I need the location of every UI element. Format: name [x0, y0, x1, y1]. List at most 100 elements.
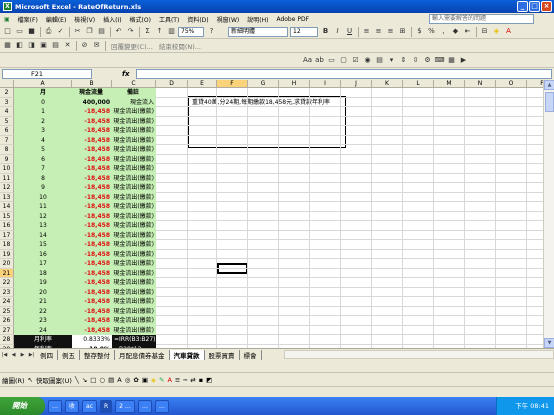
scroll-up-icon[interactable]: ▲	[544, 80, 554, 90]
worksheet-grid[interactable]: 重貸40萬,分24期,每期繳款18,458元,求貸款年利率 ABCDEFGHIJ…	[0, 80, 543, 348]
cell-b6[interactable]: -18,458	[72, 126, 112, 136]
row-header-8[interactable]: 8	[0, 145, 14, 155]
cell-c21[interactable]: 現金流出(繳款)	[112, 268, 156, 278]
cell-c6[interactable]: 現金流出(繳款)	[112, 126, 156, 136]
menu-window[interactable]: 視窗(W)	[213, 15, 244, 24]
cell-c20[interactable]: 現金流出(繳款)	[112, 259, 156, 269]
option-button-icon[interactable]: ◉	[362, 55, 373, 66]
cell-a6[interactable]: 3	[14, 126, 72, 136]
row-header-28[interactable]: 28	[0, 335, 14, 345]
reply-changes-button[interactable]: 回覆變更(C)...	[108, 41, 156, 51]
cell-b10[interactable]: -18,458	[72, 164, 112, 174]
menu-edit[interactable]: 編輯(E)	[42, 15, 70, 24]
row-header-26[interactable]: 26	[0, 316, 14, 326]
taskbar-button-6[interactable]: …	[154, 399, 169, 413]
cell-c15[interactable]: 現金流出(繳款)	[112, 211, 156, 221]
cell-c18[interactable]: 現金流出(繳款)	[112, 240, 156, 250]
copy-icon[interactable]: ❐	[84, 26, 95, 37]
menu-view[interactable]: 檢視(V)	[70, 15, 99, 24]
cell-a19[interactable]: 16	[14, 249, 72, 259]
cell-b27[interactable]: -18,458	[72, 325, 112, 335]
draw-fill-color-icon[interactable]: ◈	[151, 376, 156, 384]
select-objects-icon[interactable]: ↖	[28, 376, 33, 384]
cell-a2-header[interactable]: 月	[14, 88, 72, 98]
cell-b9[interactable]: -18,458	[72, 154, 112, 164]
column-header-i[interactable]: I	[310, 80, 341, 88]
cell-b22[interactable]: -18,458	[72, 278, 112, 288]
cell-b7[interactable]: -18,458	[72, 135, 112, 145]
cell-a17[interactable]: 14	[14, 230, 72, 240]
select-all-corner[interactable]	[0, 80, 14, 88]
taskbar-button-0[interactable]: …	[48, 399, 62, 413]
active-cell-f21[interactable]	[217, 263, 248, 274]
spinner-control-icon[interactable]: ⇳	[410, 55, 421, 66]
autosum-icon[interactable]: Σ	[142, 26, 153, 37]
cell-b19[interactable]: -18,458	[72, 249, 112, 259]
cell-c27[interactable]: 現金流出(繳款)	[112, 325, 156, 335]
end-review-button[interactable]: 結束校閱(N)...	[156, 41, 204, 51]
cell-a28[interactable]: 月利率	[14, 335, 72, 345]
wordart-icon[interactable]: A	[117, 376, 121, 384]
row-header-16[interactable]: 16	[0, 221, 14, 231]
cell-b25[interactable]: -18,458	[72, 306, 112, 316]
cell-a25[interactable]: 22	[14, 306, 72, 316]
cell-b3[interactable]: 400,000	[72, 97, 112, 107]
taskbar-button-2[interactable]: ac	[82, 399, 97, 413]
draw-font-color-icon[interactable]: A	[167, 376, 171, 384]
autoshapes-menu-button[interactable]: 快取圖案(U)	[36, 375, 72, 385]
rectangle-tool-icon[interactable]: □	[90, 376, 96, 384]
cell-c11[interactable]: 現金流出(繳款)	[112, 173, 156, 183]
row-header-11[interactable]: 11	[0, 173, 14, 183]
row-header-23[interactable]: 23	[0, 287, 14, 297]
increase-decimal-icon[interactable]: ◆	[450, 26, 461, 37]
align-center-icon[interactable]: ≡	[373, 26, 384, 37]
cell-b24[interactable]: -18,458	[72, 297, 112, 307]
cell-c22[interactable]: 現金流出(繳款)	[112, 278, 156, 288]
cell-b23[interactable]: -18,458	[72, 287, 112, 297]
cell-a20[interactable]: 17	[14, 259, 72, 269]
menu-adobe-pdf[interactable]: Adobe PDF	[272, 16, 313, 23]
cell-b11[interactable]: -18,458	[72, 173, 112, 183]
row-header-12[interactable]: 12	[0, 183, 14, 193]
column-header-m[interactable]: M	[434, 80, 465, 88]
align-right-icon[interactable]: ≡	[385, 26, 396, 37]
cell-c12[interactable]: 現金流出(繳款)	[112, 183, 156, 193]
column-header-d[interactable]: D	[156, 80, 188, 88]
cell-a18[interactable]: 15	[14, 240, 72, 250]
new-icon[interactable]: □	[2, 26, 13, 37]
cell-c26[interactable]: 現金流出(繳款)	[112, 316, 156, 326]
control-properties-icon[interactable]: ⚙	[422, 55, 433, 66]
row-header-7[interactable]: 7	[0, 135, 14, 145]
next-comment-icon[interactable]: ◨	[26, 40, 37, 51]
row-header-5[interactable]: 5	[0, 116, 14, 126]
cell-a14[interactable]: 11	[14, 202, 72, 212]
taskbar-button-5[interactable]: …	[137, 399, 152, 413]
checkbox-control-icon[interactable]: ☑	[350, 55, 361, 66]
column-header-c[interactable]: C	[112, 80, 156, 88]
save-icon[interactable]: ■	[26, 26, 37, 37]
cell-c25[interactable]: 現金流出(繳款)	[112, 306, 156, 316]
cell-c28[interactable]: =IRR(B3:B27)	[112, 335, 156, 345]
bold-icon[interactable]: B	[320, 26, 331, 37]
borders-icon[interactable]: ⊟	[479, 26, 490, 37]
line-style-icon[interactable]: ≡	[175, 376, 180, 384]
percent-icon[interactable]: %	[426, 26, 437, 37]
group-box-icon[interactable]: ▭	[326, 55, 337, 66]
font-color-icon[interactable]: A	[503, 26, 514, 37]
align-left-icon[interactable]: ≡	[361, 26, 372, 37]
cell-c10[interactable]: 現金流出(繳款)	[112, 164, 156, 174]
cell-b28[interactable]: 0.8333%	[72, 335, 112, 345]
draw-menu-button[interactable]: 繪圖(R)	[2, 375, 25, 385]
cell-c16[interactable]: 現金流出(繳款)	[112, 221, 156, 231]
first-sheet-icon[interactable]: |◀	[0, 352, 9, 358]
cell-c2-header[interactable]: 備註	[112, 88, 156, 98]
cell-c17[interactable]: 現金流出(繳款)	[112, 230, 156, 240]
textbox-note[interactable]: 重貸40萬,分24期,每期繳款18,458元,求貸款年利率	[188, 96, 346, 148]
cell-b17[interactable]: -18,458	[72, 230, 112, 240]
track-changes-icon[interactable]: ⊘	[79, 40, 90, 51]
delete-comment-icon[interactable]: ✕	[62, 40, 73, 51]
row-header-2[interactable]: 2	[0, 88, 14, 98]
row-header-27[interactable]: 27	[0, 325, 14, 335]
sheet-tab-6[interactable]: 標會	[240, 349, 262, 360]
maximize-button[interactable]: □	[529, 1, 540, 12]
